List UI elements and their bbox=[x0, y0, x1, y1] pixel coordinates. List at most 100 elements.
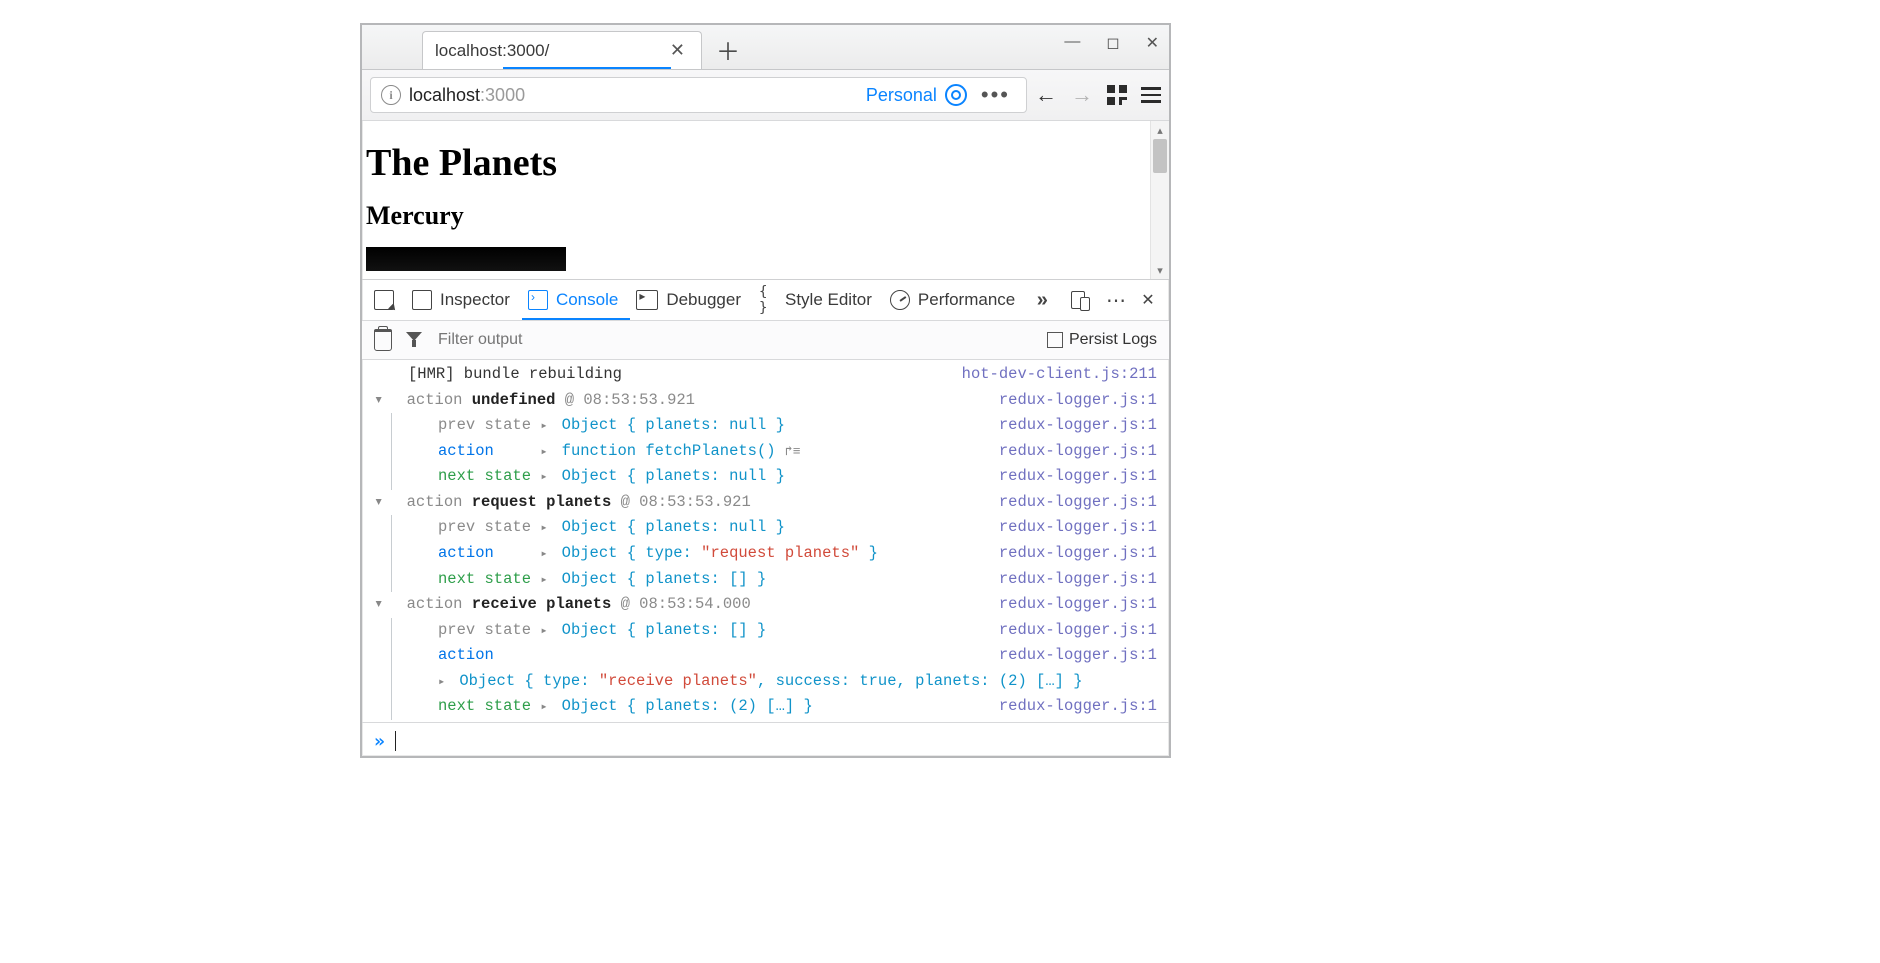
object-repr[interactable]: Object { type: bbox=[562, 544, 702, 562]
log-source-link[interactable]: redux-logger.js:1 bbox=[999, 643, 1157, 669]
new-tab-button[interactable]: ＋ bbox=[712, 33, 744, 65]
tab-strip: localhost:3000/ ✕ ＋ — ◻ ✕ bbox=[362, 25, 1169, 70]
scroll-thumb[interactable] bbox=[1153, 139, 1167, 173]
maximize-icon[interactable]: ◻ bbox=[1106, 33, 1119, 53]
menu-icon[interactable] bbox=[1141, 87, 1161, 103]
log-source-link[interactable]: redux-logger.js:1 bbox=[999, 413, 1157, 439]
debugger-icon bbox=[636, 290, 658, 310]
disclosure-closed-icon[interactable] bbox=[540, 413, 552, 439]
console-row: next state Object { planets: [] } redux-… bbox=[374, 567, 1157, 593]
label: action bbox=[438, 646, 494, 664]
console-row: action Object { type: "request planets" … bbox=[374, 541, 1157, 567]
disclosure-closed-icon[interactable] bbox=[540, 515, 552, 541]
disclosure-closed-icon[interactable] bbox=[540, 618, 552, 644]
disclosure-closed-icon[interactable] bbox=[540, 464, 552, 490]
disclosure-open-icon[interactable] bbox=[374, 388, 388, 414]
console-group-header[interactable]: action undefined @ 08:53:53.921 redux-lo… bbox=[374, 388, 1157, 414]
label: next state bbox=[438, 697, 531, 715]
console-input-row[interactable]: » bbox=[362, 722, 1169, 758]
log-source-link[interactable]: redux-logger.js:1 bbox=[999, 388, 1157, 414]
container-label: Personal bbox=[866, 85, 937, 106]
tab-active-indicator bbox=[503, 67, 671, 69]
back-icon[interactable]: ← bbox=[1035, 82, 1057, 108]
object-repr[interactable]: Object { planets: null } bbox=[562, 416, 785, 434]
element-picker-icon[interactable] bbox=[374, 290, 394, 310]
disclosure-open-icon[interactable] bbox=[374, 592, 388, 618]
devtools-close-icon[interactable] bbox=[1139, 291, 1157, 309]
object-repr[interactable]: Object { type: bbox=[459, 672, 599, 690]
toolbar: i localhost:3000 Personal ••• ← → bbox=[362, 70, 1169, 121]
object-repr[interactable]: Object { planets: null } bbox=[562, 518, 785, 536]
apps-grid-icon[interactable] bbox=[1107, 85, 1127, 105]
inspector-icon bbox=[412, 290, 432, 310]
object-repr[interactable]: Object { planets: [] } bbox=[562, 570, 767, 588]
log-source-link[interactable]: redux-logger.js:1 bbox=[999, 567, 1157, 593]
log-source-link[interactable]: redux-logger.js:1 bbox=[999, 541, 1157, 567]
vertical-scrollbar[interactable]: ▴ ▾ bbox=[1150, 121, 1169, 279]
responsive-mode-icon[interactable] bbox=[1071, 291, 1093, 309]
tab-style-editor[interactable]: Style Editor bbox=[759, 290, 872, 310]
boolean-literal: true bbox=[859, 672, 896, 690]
scroll-down-icon[interactable]: ▾ bbox=[1151, 261, 1169, 279]
forward-icon[interactable]: → bbox=[1071, 82, 1093, 108]
tab-performance-label: Performance bbox=[918, 290, 1015, 310]
console-output[interactable]: [HMR] bundle rebuilding hot-dev-client.j… bbox=[362, 360, 1169, 722]
log-source-link[interactable]: hot-dev-client.js:211 bbox=[962, 362, 1157, 388]
tab-debugger[interactable]: Debugger bbox=[636, 290, 741, 310]
disclosure-open-icon[interactable] bbox=[374, 490, 388, 516]
tab-console-label: Console bbox=[556, 290, 618, 310]
filter-icon[interactable] bbox=[406, 332, 422, 348]
console-row: Object { type: "receive planets", succes… bbox=[374, 669, 1157, 695]
devtools-panel: Inspector Console Debugger Style Editor … bbox=[362, 280, 1169, 758]
filter-input[interactable] bbox=[436, 330, 1033, 350]
object-repr[interactable]: Object { planets: (2) […] } bbox=[562, 697, 813, 715]
browser-tab[interactable]: localhost:3000/ ✕ bbox=[422, 31, 702, 69]
tab-inspector-label: Inspector bbox=[440, 290, 510, 310]
disclosure-closed-icon[interactable] bbox=[540, 541, 552, 567]
container-indicator[interactable]: Personal bbox=[866, 84, 967, 106]
disclosure-closed-icon[interactable] bbox=[540, 567, 552, 593]
tab-performance[interactable]: Performance bbox=[890, 290, 1015, 310]
function-repr[interactable]: function fetchPlanets() bbox=[562, 442, 776, 460]
console-row: next state Object { planets: (2) […] } r… bbox=[374, 694, 1157, 720]
label: prev state bbox=[438, 621, 531, 639]
console-row: [HMR] bundle rebuilding hot-dev-client.j… bbox=[374, 362, 1157, 388]
scroll-up-icon[interactable]: ▴ bbox=[1151, 121, 1169, 139]
page-content: The Planets Mercury bbox=[362, 121, 1169, 271]
minimize-icon[interactable]: — bbox=[1064, 33, 1080, 53]
tab-inspector[interactable]: Inspector bbox=[412, 290, 510, 310]
address-bar[interactable]: i localhost:3000 Personal ••• bbox=[370, 77, 1027, 113]
object-repr[interactable]: Object { planets: null } bbox=[562, 467, 785, 485]
url-path: :3000 bbox=[480, 85, 525, 105]
log-source-link[interactable]: redux-logger.js:1 bbox=[999, 515, 1157, 541]
planet-image bbox=[366, 247, 566, 271]
disclosure-closed-icon[interactable] bbox=[540, 694, 552, 720]
console-group-header[interactable]: action receive planets @ 08:53:54.000 re… bbox=[374, 592, 1157, 618]
console-row: action function fetchPlanets() ↱≡ redux-… bbox=[374, 439, 1157, 465]
close-window-icon[interactable]: ✕ bbox=[1146, 33, 1159, 53]
console-row: prev state Object { planets: null } redu… bbox=[374, 413, 1157, 439]
action-name: receive planets bbox=[472, 595, 612, 613]
log-source-link[interactable]: redux-logger.js:1 bbox=[999, 490, 1157, 516]
log-source-link[interactable]: redux-logger.js:1 bbox=[999, 618, 1157, 644]
log-source-link[interactable]: redux-logger.js:1 bbox=[999, 439, 1157, 465]
object-repr[interactable]: Object { planets: [] } bbox=[562, 621, 767, 639]
close-tab-icon[interactable]: ✕ bbox=[666, 40, 689, 61]
log-source-link[interactable]: redux-logger.js:1 bbox=[999, 464, 1157, 490]
disclosure-closed-icon[interactable] bbox=[540, 439, 552, 465]
clear-console-icon[interactable] bbox=[374, 329, 392, 351]
overflow-tabs-icon[interactable] bbox=[1033, 291, 1051, 309]
log-text: action bbox=[407, 595, 472, 613]
goto-source-icon[interactable]: ↱≡ bbox=[785, 444, 801, 459]
log-source-link[interactable]: redux-logger.js:1 bbox=[999, 592, 1157, 618]
page-heading: The Planets bbox=[366, 141, 1165, 185]
page-actions-icon[interactable]: ••• bbox=[975, 82, 1016, 108]
tab-console[interactable]: Console bbox=[528, 290, 618, 310]
log-source-link[interactable]: redux-logger.js:1 bbox=[999, 694, 1157, 720]
console-group-header[interactable]: action request planets @ 08:53:53.921 re… bbox=[374, 490, 1157, 516]
disclosure-closed-icon[interactable] bbox=[438, 669, 450, 695]
persist-logs-toggle[interactable]: Persist Logs bbox=[1047, 331, 1157, 349]
site-info-icon[interactable]: i bbox=[381, 85, 401, 105]
text-cursor bbox=[395, 731, 396, 751]
devtools-menu-icon[interactable] bbox=[1107, 291, 1125, 309]
